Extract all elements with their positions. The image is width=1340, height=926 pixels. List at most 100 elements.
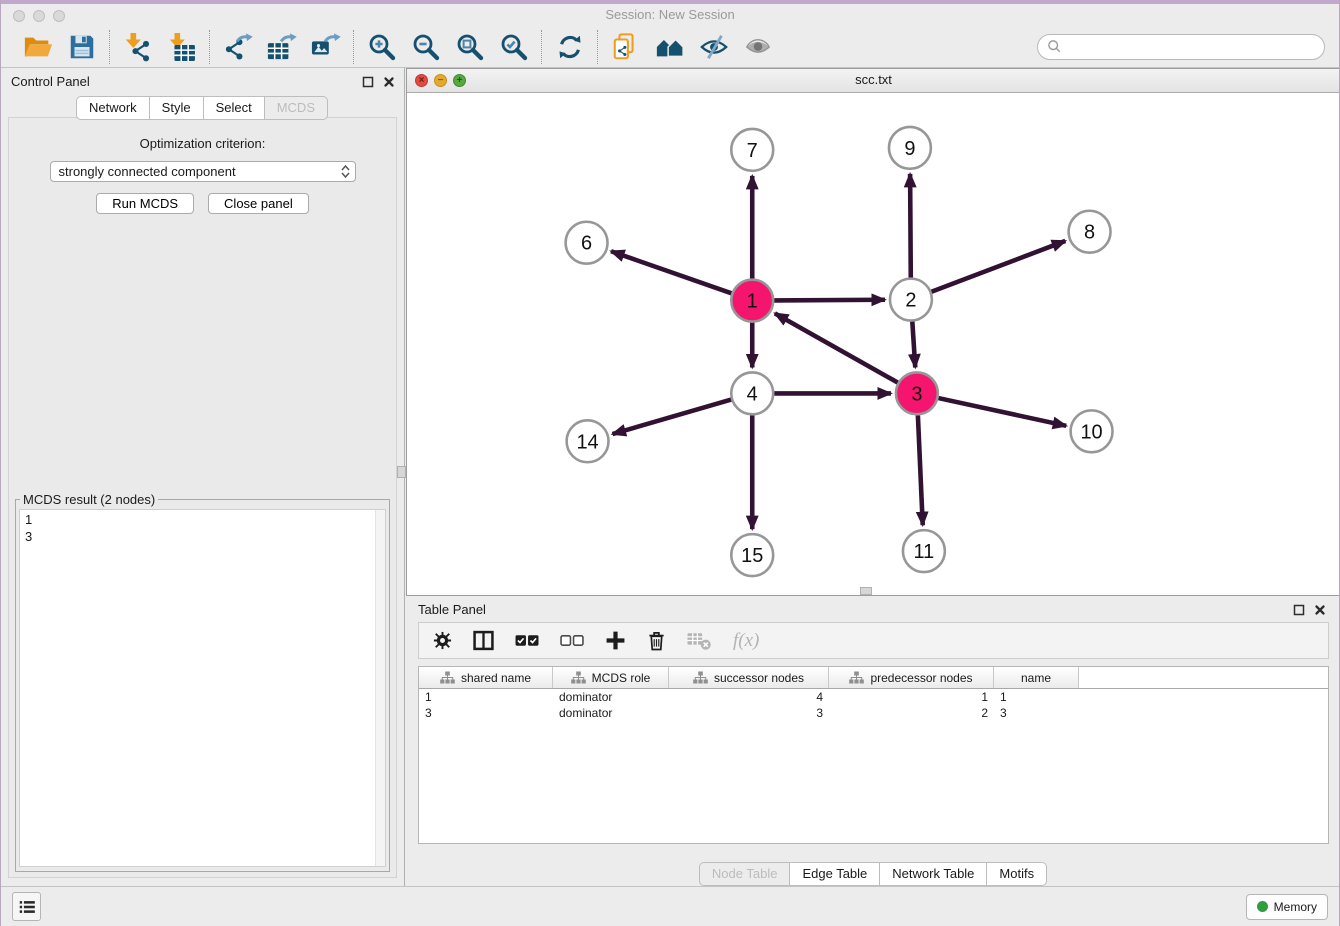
memory-button[interactable]: Memory: [1246, 894, 1328, 920]
save-session-button[interactable]: [66, 31, 98, 63]
show-columns-button[interactable]: [473, 630, 494, 651]
table-settings-button[interactable]: [433, 631, 452, 650]
node-table[interactable]: shared nameMCDS rolesuccessor nodesprede…: [418, 666, 1329, 844]
clone-network-button[interactable]: [610, 31, 642, 63]
tab-style[interactable]: Style: [149, 96, 204, 120]
column-header-predecessor-nodes[interactable]: predecessor nodes: [829, 667, 994, 688]
result-scrollbar[interactable]: [375, 510, 385, 866]
node-9[interactable]: 9: [889, 127, 931, 169]
edge-2-9[interactable]: [910, 174, 911, 278]
toolbar-groups: [11, 30, 785, 64]
float-panel-icon[interactable]: [360, 74, 375, 89]
deselect-all-columns-button[interactable]: [560, 634, 584, 648]
run-mcds-button[interactable]: Run MCDS: [96, 193, 194, 214]
network-window-titlebar[interactable]: × − + scc.txt: [407, 69, 1340, 93]
node-1[interactable]: 1: [731, 280, 773, 322]
table-cell[interactable]: 1: [419, 690, 553, 704]
task-history-button[interactable]: [12, 892, 41, 921]
create-column-button[interactable]: [605, 630, 626, 651]
node-15[interactable]: 15: [731, 534, 773, 576]
float-table-panel-icon[interactable]: [1291, 602, 1306, 617]
search-input[interactable]: [1067, 39, 1315, 55]
table-row[interactable]: 3dominator323: [419, 705, 1328, 721]
node-3[interactable]: 3: [896, 372, 938, 414]
vertical-splitter-handle[interactable]: [860, 587, 872, 595]
table-cell[interactable]: 1: [994, 690, 1079, 704]
table-cell[interactable]: 3: [994, 706, 1079, 720]
node-10[interactable]: 10: [1071, 410, 1113, 452]
zoom-in-button[interactable]: [366, 31, 398, 63]
tab-mcds[interactable]: MCDS: [264, 96, 328, 120]
table-row[interactable]: 1dominator411: [419, 689, 1328, 705]
edge-3-10[interactable]: [938, 398, 1066, 426]
svg-text:4: 4: [747, 383, 758, 405]
close-panel-button[interactable]: Close panel: [208, 193, 309, 214]
equation-builder-button: f(x): [733, 630, 759, 652]
node-8[interactable]: 8: [1069, 211, 1111, 253]
network-close-button[interactable]: ×: [415, 74, 428, 87]
mcds-result-list[interactable]: 13: [19, 509, 386, 867]
table-cell[interactable]: dominator: [553, 690, 669, 704]
edge-1-2[interactable]: [774, 300, 885, 301]
network-canvas[interactable]: 7 9 6 8 1 2 4 3 14 10 15 11: [407, 92, 1340, 595]
criterion-dropdown[interactable]: strongly connected component: [50, 161, 356, 182]
edge-1-6[interactable]: [611, 251, 731, 293]
optimization-criterion-label: Optimization criterion:: [9, 136, 396, 151]
table-cell[interactable]: 1: [829, 690, 994, 704]
column-header-shared-name[interactable]: shared name: [419, 667, 553, 688]
column-header-successor-nodes[interactable]: successor nodes: [669, 667, 829, 688]
export-table-button[interactable]: [266, 31, 298, 63]
table-panel-title: Table Panel: [418, 602, 486, 617]
refresh-button[interactable]: [554, 31, 586, 63]
preferred-layout-button[interactable]: [654, 31, 686, 63]
open-session-button[interactable]: [22, 31, 54, 63]
column-header-mcds-role[interactable]: MCDS role: [553, 667, 669, 688]
export-network-icon: [223, 32, 253, 62]
node-4[interactable]: 4: [731, 372, 773, 414]
node-2[interactable]: 2: [890, 279, 932, 321]
horizontal-splitter-handle[interactable]: [397, 466, 406, 478]
close-table-panel-icon[interactable]: [1312, 602, 1327, 617]
zoom-fit-button[interactable]: [454, 31, 486, 63]
import-table-button[interactable]: [166, 31, 198, 63]
tab-motifs[interactable]: Motifs: [986, 862, 1047, 886]
search-box[interactable]: [1037, 34, 1325, 60]
hide-graphics-details-button[interactable]: [698, 31, 730, 63]
column-header-name[interactable]: name: [994, 667, 1079, 688]
export-image-icon: [311, 32, 341, 62]
table-cell[interactable]: 4: [669, 690, 829, 704]
select-all-columns-button[interactable]: [515, 634, 539, 648]
table-cell[interactable]: 3: [419, 706, 553, 720]
close-panel-icon[interactable]: [381, 74, 396, 89]
edge-3-1[interactable]: [775, 313, 898, 382]
edge-3-11[interactable]: [918, 415, 923, 525]
delete-columns-button[interactable]: [647, 630, 666, 651]
duplicate-network-icon: [611, 32, 641, 62]
toolbar-group: [355, 31, 541, 63]
table-cell[interactable]: 3: [669, 706, 829, 720]
node-6[interactable]: 6: [566, 222, 608, 264]
edge-2-3[interactable]: [912, 321, 915, 367]
export-network-button[interactable]: [222, 31, 254, 63]
import-network-button[interactable]: [122, 31, 154, 63]
table-cell[interactable]: 2: [829, 706, 994, 720]
control-panel-tabs: NetworkStyleSelectMCDS: [1, 96, 404, 120]
export-image-button[interactable]: [310, 31, 342, 63]
control-panel-title: Control Panel: [11, 74, 90, 89]
node-7[interactable]: 7: [731, 129, 773, 171]
edge-2-8[interactable]: [931, 241, 1065, 292]
tab-network[interactable]: Network: [76, 96, 150, 120]
zoom-out-button[interactable]: [410, 31, 442, 63]
plus-icon: [605, 630, 626, 651]
zoom-selected-button[interactable]: [498, 31, 530, 63]
edge-4-14[interactable]: [612, 400, 731, 435]
tab-node-table[interactable]: Node Table: [699, 862, 791, 886]
node-14[interactable]: 14: [567, 420, 609, 462]
network-maximize-button[interactable]: +: [453, 74, 466, 87]
node-11[interactable]: 11: [903, 530, 945, 572]
table-cell[interactable]: dominator: [553, 706, 669, 720]
network-minimize-button[interactable]: −: [434, 74, 447, 87]
tab-network-table[interactable]: Network Table: [879, 862, 987, 886]
tab-edge-table[interactable]: Edge Table: [789, 862, 880, 886]
tab-select[interactable]: Select: [203, 96, 265, 120]
